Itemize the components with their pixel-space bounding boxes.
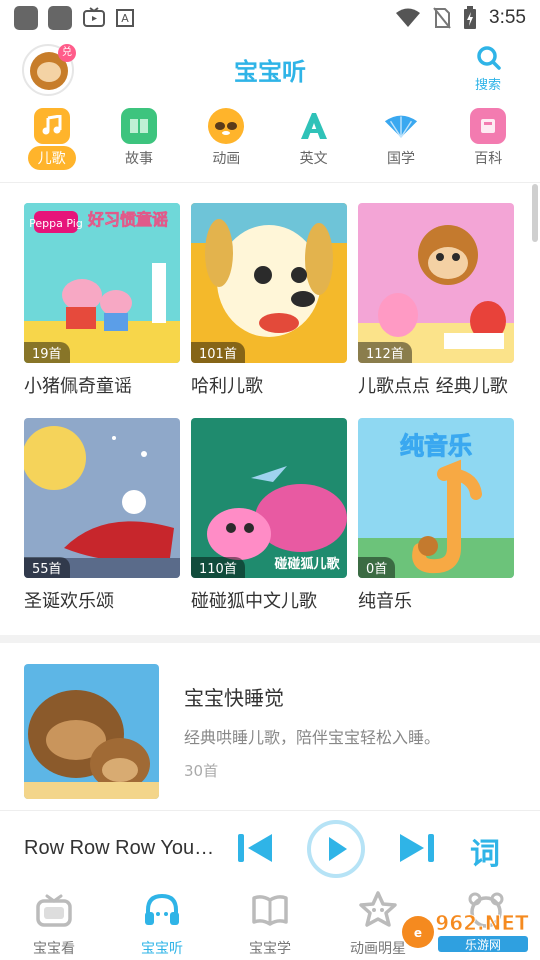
status-bar: A 3:55: [0, 0, 540, 36]
tab-chinese-classics[interactable]: 国学: [364, 104, 438, 180]
book-icon: [120, 108, 157, 144]
next-button[interactable]: [398, 831, 436, 865]
mini-player: Row Row Row Your Boat 词: [0, 810, 540, 888]
section-divider: [0, 635, 540, 643]
tv-notification-icon: [83, 7, 105, 27]
tv-icon: [36, 894, 72, 927]
wifi-icon: [396, 8, 421, 27]
divider: [0, 182, 540, 183]
letter-a-icon: [296, 108, 332, 144]
track-count: 101首: [191, 342, 245, 363]
star-face-icon: [359, 891, 397, 927]
cover-text: 碰碰狐儿歌: [274, 556, 340, 572]
previous-icon: [238, 834, 272, 862]
cover-text: 纯音乐: [400, 432, 472, 460]
album-title: 儿歌点点 经典儿歌: [358, 376, 508, 397]
now-playing-title[interactable]: Row Row Row Your Boat: [24, 837, 220, 860]
tab-english[interactable]: 英文: [277, 104, 351, 180]
cover-brand: Peppa Pig: [29, 217, 83, 230]
track-count: 110首: [191, 557, 245, 578]
fan-icon: [383, 108, 419, 144]
track-count: 112首: [358, 342, 412, 363]
album-cover-diandian: 112首: [358, 203, 514, 363]
page-title: 宝宝听: [234, 58, 306, 86]
encyclopedia-icon: [470, 108, 507, 144]
font-notification-icon: A: [116, 9, 134, 27]
no-sim-icon: [433, 7, 451, 29]
watermark-text: 962.NET: [435, 911, 529, 935]
tab-label: 儿歌: [27, 146, 76, 170]
notification-app-icon: [48, 6, 72, 30]
svg-text:A: A: [121, 12, 129, 25]
album-cover-christmas: 55首: [24, 418, 180, 578]
album-card[interactable]: 碰碰狐儿歌 110首 碰碰狐中文儿歌: [191, 418, 347, 633]
tab-children-songs[interactable]: 儿歌: [15, 104, 89, 180]
nav-learn[interactable]: 宝宝学: [216, 888, 324, 960]
status-time: 3:55: [489, 7, 526, 28]
album-title: 碰碰狐中文儿歌: [191, 591, 317, 612]
tab-encyclopedia[interactable]: 百科: [451, 104, 525, 180]
album-card[interactable]: 55首 圣诞欢乐颂: [24, 418, 180, 633]
tab-stories[interactable]: 故事: [102, 104, 176, 180]
album-title: 哈利儿歌: [191, 376, 263, 397]
tab-label: 故事: [124, 151, 153, 167]
tab-label: 英文: [299, 151, 328, 167]
search-button[interactable]: 搜索: [466, 44, 510, 93]
album-cover-harry: 101首: [191, 203, 347, 363]
lyrics-button[interactable]: 词: [470, 829, 500, 873]
panda-icon: [208, 108, 245, 144]
notification-app-icon: [14, 6, 38, 30]
album-title: 小猪佩奇童谣: [24, 376, 132, 397]
svg-text:e: e: [414, 926, 422, 940]
watermark-subtext: 乐游网: [465, 938, 501, 952]
tab-animation[interactable]: 动画: [189, 104, 263, 180]
featured-description: 经典哄睡儿歌，陪伴宝宝轻松入睡。: [184, 728, 441, 747]
nav-label: 宝宝看: [33, 941, 75, 957]
cover-text: 好习惯童谣: [87, 210, 168, 229]
album-card[interactable]: 101首 哈利儿歌: [191, 203, 347, 418]
nav-label: 宝宝听: [141, 941, 183, 957]
battery-charging-icon: [464, 6, 477, 29]
album-cover-pinkfong: 碰碰狐儿歌 110首: [191, 418, 347, 578]
search-label: 搜索: [474, 78, 501, 93]
next-icon: [400, 834, 434, 862]
track-count: 19首: [24, 342, 70, 363]
album-card[interactable]: 112首 儿歌点点 经典儿歌: [358, 203, 514, 418]
open-book-icon: [252, 895, 288, 926]
nav-listen[interactable]: 宝宝听: [108, 888, 216, 960]
tab-label: 国学: [386, 151, 415, 167]
tab-label: 动画: [212, 151, 241, 167]
album-cover-peppa: Peppa Pig 好习惯童谣 19首: [24, 203, 180, 363]
featured-title: 宝宝快睡觉: [184, 686, 284, 710]
featured-cover: [24, 664, 159, 799]
play-icon: [307, 820, 365, 878]
track-count: 0首: [358, 557, 396, 578]
music-note-icon: [33, 108, 70, 144]
album-card[interactable]: 纯音乐 0首 纯音乐: [358, 418, 514, 633]
album-title: 纯音乐: [358, 591, 412, 612]
scrollbar[interactable]: [532, 184, 538, 242]
featured-album[interactable]: 宝宝快睡觉 经典哄睡儿歌，陪伴宝宝轻松入睡。 30首: [24, 664, 524, 800]
site-watermark: e 962.NET 乐游网: [400, 908, 536, 954]
track-count: 55首: [24, 557, 70, 578]
album-cover-pure-music: 纯音乐 0首: [358, 418, 514, 578]
app-header: 兑 宝宝听 搜索: [0, 38, 540, 102]
nav-watch[interactable]: 宝宝看: [0, 888, 108, 960]
tab-label: 百科: [474, 151, 503, 167]
nav-label: 宝宝学: [249, 941, 291, 957]
previous-button[interactable]: [236, 831, 274, 865]
album-grid: Peppa Pig 好习惯童谣 19首 小猪佩奇童谣 101首 哈利儿歌 112…: [24, 203, 516, 633]
category-tabs: 儿歌 故事 动画 英文 国学 百科: [0, 104, 540, 180]
play-button[interactable]: [306, 819, 366, 879]
status-notifications: A: [14, 6, 134, 30]
album-card[interactable]: Peppa Pig 好习惯童谣 19首 小猪佩奇童谣: [24, 203, 180, 418]
album-title: 圣诞欢乐颂: [24, 591, 114, 612]
search-icon: [477, 46, 501, 70]
headphones-icon: [145, 893, 179, 925]
featured-track-count: 30首: [184, 762, 219, 780]
